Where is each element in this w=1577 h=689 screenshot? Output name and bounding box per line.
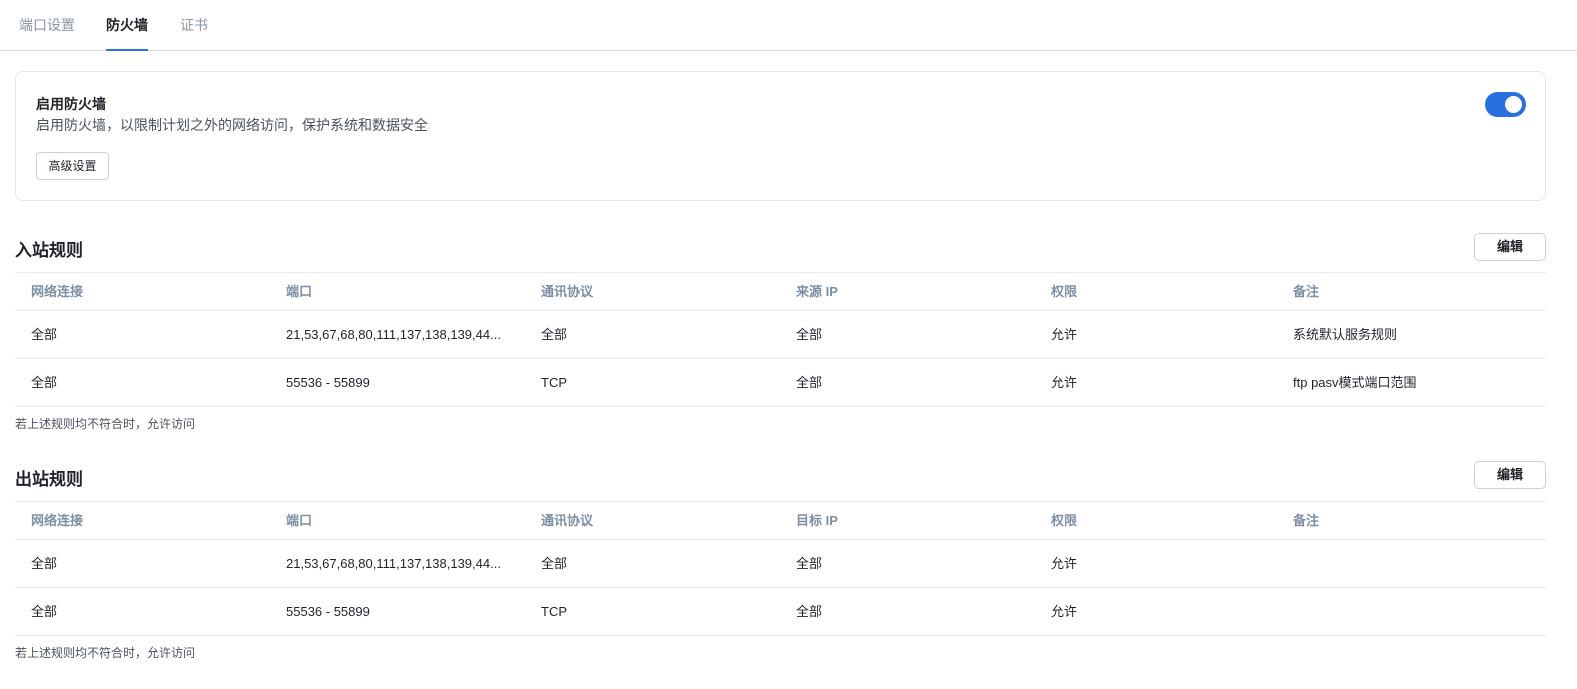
table-header-row: 网络连接 端口 通讯协议 目标 IP 权限 备注 <box>15 501 1546 540</box>
table-cell: 允许 <box>1051 327 1078 342</box>
table-cell: 全部 <box>31 556 58 571</box>
column-header: 通讯协议 <box>541 513 594 528</box>
firewall-toggle[interactable] <box>1485 92 1526 117</box>
tab-bar: 端口设置 防火墙 证书 <box>0 0 1577 51</box>
column-header: 网络连接 <box>31 284 84 299</box>
table-cell: TCP <box>541 375 567 390</box>
inbound-rules-title: 入站规则 <box>15 241 83 260</box>
outbound-rules-title: 出站规则 <box>15 470 83 489</box>
table-cell: 21,53,67,68,80,111,137,138,139,44... <box>286 556 501 571</box>
column-header: 通讯协议 <box>541 284 594 299</box>
column-header: 目标 IP <box>796 513 838 528</box>
table-cell: 全部 <box>541 327 568 342</box>
inbound-edit-button[interactable]: 编辑 <box>1474 233 1546 261</box>
table-row: 全部 21,53,67,68,80,111,137,138,139,44... … <box>15 540 1546 588</box>
inbound-rules-table: 网络连接 端口 通讯协议 来源 IP 权限 备注 全部 21,53,67,68,… <box>15 272 1546 407</box>
column-header: 权限 <box>1051 513 1078 528</box>
table-header-row: 网络连接 端口 通讯协议 来源 IP 权限 备注 <box>15 272 1546 311</box>
table-cell: 系统默认服务规则 <box>1293 327 1398 342</box>
outbound-default-note: 若上述规则均不符合时，允许访问 <box>15 646 196 660</box>
toggle-knob <box>1505 96 1522 113</box>
column-header: 端口 <box>286 513 313 528</box>
column-header: 端口 <box>286 284 313 299</box>
firewall-title: 启用防火墙 <box>36 96 106 112</box>
table-cell: 全部 <box>796 327 823 342</box>
table-cell: 全部 <box>796 556 823 571</box>
table-cell: 55536 - 55899 <box>286 604 370 619</box>
column-header: 备注 <box>1293 513 1320 528</box>
table-row: 全部 55536 - 55899 TCP 全部 允许 <box>15 588 1546 636</box>
column-header: 备注 <box>1293 284 1320 299</box>
table-cell: 全部 <box>796 604 823 619</box>
table-cell: 全部 <box>541 556 568 571</box>
column-header: 网络连接 <box>31 513 84 528</box>
column-header: 来源 IP <box>796 284 838 299</box>
advanced-settings-button[interactable]: 高级设置 <box>36 152 109 180</box>
table-row: 全部 21,53,67,68,80,111,137,138,139,44... … <box>15 311 1546 359</box>
firewall-description: 启用防火墙，以限制计划之外的网络访问，保护系统和数据安全 <box>36 117 428 133</box>
column-header: 权限 <box>1051 284 1078 299</box>
table-cell: 允许 <box>1051 604 1078 619</box>
table-cell: ftp pasv模式端口范围 <box>1293 375 1417 390</box>
table-cell: 允许 <box>1051 375 1078 390</box>
table-cell: 全部 <box>31 327 58 342</box>
table-cell: 55536 - 55899 <box>286 375 370 390</box>
tab-firewall[interactable]: 防火墙 <box>106 0 148 51</box>
table-cell: 21,53,67,68,80,111,137,138,139,44... <box>286 327 501 342</box>
table-cell: 允许 <box>1051 556 1078 571</box>
table-cell: 全部 <box>31 375 58 390</box>
table-cell: TCP <box>541 604 567 619</box>
tab-port-settings[interactable]: 端口设置 <box>19 0 75 51</box>
outbound-rules-table: 网络连接 端口 通讯协议 目标 IP 权限 备注 全部 21,53,67,68,… <box>15 501 1546 636</box>
tab-certificate[interactable]: 证书 <box>180 0 208 51</box>
table-row: 全部 55536 - 55899 TCP 全部 允许 ftp pasv模式端口范… <box>15 359 1546 407</box>
firewall-card: 启用防火墙 启用防火墙，以限制计划之外的网络访问，保护系统和数据安全 高级设置 <box>15 71 1546 201</box>
table-cell: 全部 <box>796 375 823 390</box>
inbound-default-note: 若上述规则均不符合时，允许访问 <box>15 417 196 431</box>
table-cell: 全部 <box>31 604 58 619</box>
outbound-edit-button[interactable]: 编辑 <box>1474 461 1546 489</box>
